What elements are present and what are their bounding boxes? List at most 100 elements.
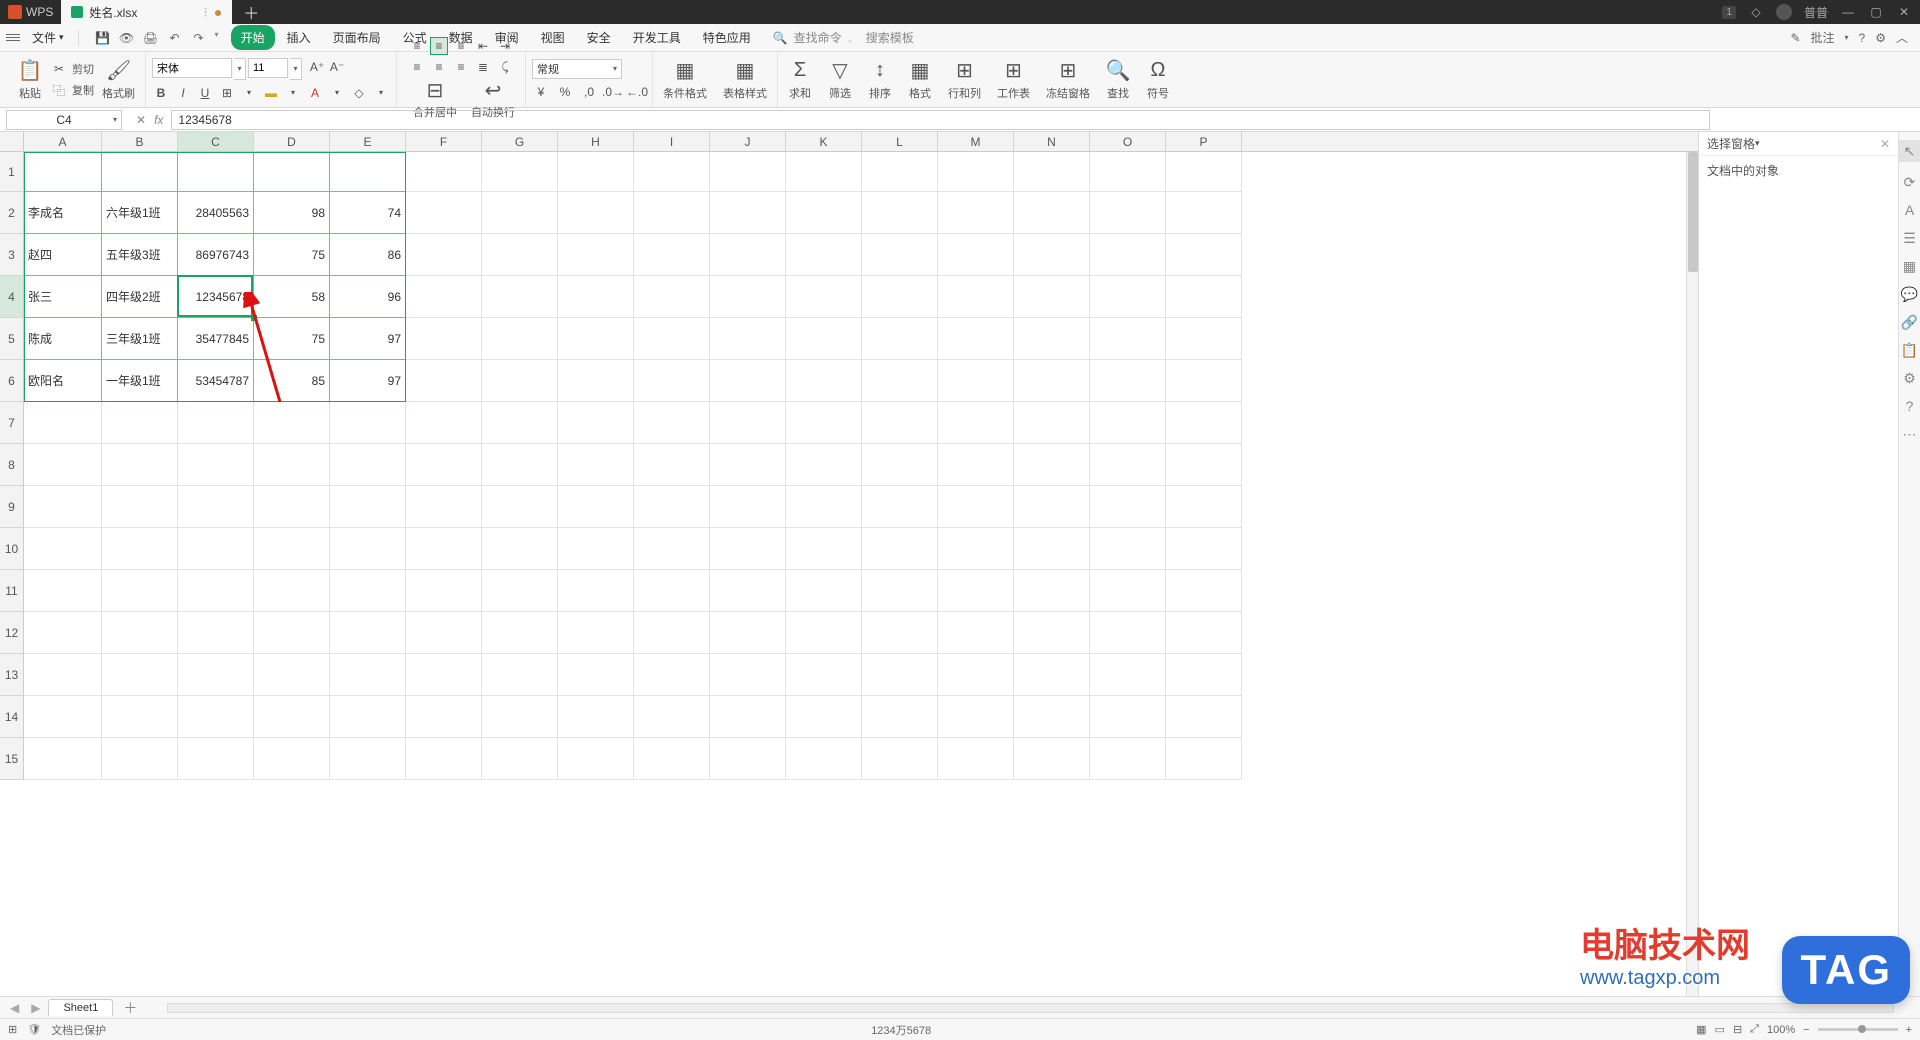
cell-I12[interactable] [634, 612, 710, 654]
cell-D6[interactable]: 85 [254, 360, 330, 402]
cell-D9[interactable] [254, 486, 330, 528]
cell-B2[interactable]: 六年级1班 [102, 192, 178, 234]
rowcol-button[interactable]: ⊞行和列 [944, 57, 985, 103]
col-header-I[interactable]: I [634, 132, 710, 151]
cell-C3[interactable]: 86976743 [178, 234, 254, 276]
col-header-N[interactable]: N [1014, 132, 1090, 151]
cell-D13[interactable] [254, 654, 330, 696]
cell-N1[interactable] [1014, 152, 1090, 192]
cell-G15[interactable] [482, 738, 558, 780]
cell-L3[interactable] [862, 234, 938, 276]
cell-G11[interactable] [482, 570, 558, 612]
clear-format-icon[interactable]: ◇ [350, 84, 368, 102]
col-header-G[interactable]: G [482, 132, 558, 151]
tab-special[interactable]: 特色应用 [693, 25, 761, 50]
help2-icon[interactable]: ? [1902, 398, 1918, 414]
cell-P8[interactable] [1166, 444, 1242, 486]
cell-G14[interactable] [482, 696, 558, 738]
cell-F4[interactable] [406, 276, 482, 318]
cell-F11[interactable] [406, 570, 482, 612]
cell-B1[interactable] [102, 152, 178, 192]
cell-B10[interactable] [102, 528, 178, 570]
cond-format-button[interactable]: ▦条件格式 [659, 57, 711, 103]
cell-A13[interactable] [24, 654, 102, 696]
cell-G7[interactable] [482, 402, 558, 444]
wps-brand[interactable]: WPS [0, 5, 61, 19]
cell-N12[interactable] [1014, 612, 1090, 654]
bold-icon[interactable]: B [152, 84, 170, 102]
cell-E11[interactable] [330, 570, 406, 612]
cell-O12[interactable] [1090, 612, 1166, 654]
name-box[interactable]: C4 ▾ [6, 110, 122, 130]
cell-C4[interactable]: 12345678 [178, 276, 254, 318]
filter-button[interactable]: ▽筛选 [824, 57, 856, 103]
cell-C15[interactable] [178, 738, 254, 780]
cell-D15[interactable] [254, 738, 330, 780]
underline-icon[interactable]: U [196, 84, 214, 102]
tab-devtools[interactable]: 开发工具 [623, 25, 691, 50]
row-header-4[interactable]: 4 [0, 276, 24, 318]
window-minimize-icon[interactable]: — [1840, 4, 1856, 20]
row-header-13[interactable]: 13 [0, 654, 24, 696]
row-header-2[interactable]: 2 [0, 192, 24, 234]
sum-button[interactable]: Σ求和 [784, 57, 816, 103]
cell-D14[interactable] [254, 696, 330, 738]
cell-L5[interactable] [862, 318, 938, 360]
settings2-icon[interactable]: ⚙ [1902, 370, 1918, 386]
cell-P11[interactable] [1166, 570, 1242, 612]
cell-E3[interactable]: 86 [330, 234, 406, 276]
font-name-dropdown[interactable]: ▾ [234, 58, 246, 80]
cell-A7[interactable] [24, 402, 102, 444]
cell-L1[interactable] [862, 152, 938, 192]
cell-P2[interactable] [1166, 192, 1242, 234]
view-page-icon[interactable]: ▭ [1715, 1023, 1725, 1036]
cell-B13[interactable] [102, 654, 178, 696]
vertical-scrollbar[interactable] [1686, 152, 1698, 996]
cell-O8[interactable] [1090, 444, 1166, 486]
cancel-icon[interactable]: ✕ [136, 113, 146, 127]
col-header-E[interactable]: E [330, 132, 406, 151]
cell-A14[interactable] [24, 696, 102, 738]
row-header-14[interactable]: 14 [0, 696, 24, 738]
cell-N10[interactable] [1014, 528, 1090, 570]
cell-O5[interactable] [1090, 318, 1166, 360]
cell-G13[interactable] [482, 654, 558, 696]
row-header-5[interactable]: 5 [0, 318, 24, 360]
cell-M10[interactable] [938, 528, 1014, 570]
font-color-icon[interactable]: A [306, 84, 324, 102]
orientation-icon[interactable]: ⤹ [496, 58, 514, 76]
tab-security[interactable]: 安全 [577, 25, 621, 50]
cell-M5[interactable] [938, 318, 1014, 360]
tab-pagelayout[interactable]: 页面布局 [323, 25, 391, 50]
cell-P15[interactable] [1166, 738, 1242, 780]
italic-icon[interactable]: I [174, 84, 192, 102]
number-format-dropdown[interactable]: 常规 ▾ [532, 59, 622, 79]
cell-B3[interactable]: 五年级3班 [102, 234, 178, 276]
cell-G6[interactable] [482, 360, 558, 402]
cell-C1[interactable] [178, 152, 254, 192]
cell-I9[interactable] [634, 486, 710, 528]
cell-J4[interactable] [710, 276, 786, 318]
cell-E4[interactable]: 96 [330, 276, 406, 318]
format-icon[interactable]: A [1902, 202, 1918, 218]
cell-O6[interactable] [1090, 360, 1166, 402]
cell-A3[interactable]: 赵四 [24, 234, 102, 276]
comma-icon[interactable]: ,0 [580, 83, 598, 101]
cell-K8[interactable] [786, 444, 862, 486]
cell-N2[interactable] [1014, 192, 1090, 234]
cell-G8[interactable] [482, 444, 558, 486]
cell-A1[interactable] [24, 152, 102, 192]
align-justify-icon[interactable]: ≣ [474, 58, 492, 76]
link-icon[interactable]: 🔗 [1902, 314, 1918, 330]
cell-J6[interactable] [710, 360, 786, 402]
row-header-12[interactable]: 12 [0, 612, 24, 654]
cell-H9[interactable] [558, 486, 634, 528]
percent-icon[interactable]: % [556, 83, 574, 101]
cell-E9[interactable] [330, 486, 406, 528]
cell-D4[interactable]: 58 [254, 276, 330, 318]
row-header-6[interactable]: 6 [0, 360, 24, 402]
cell-J15[interactable] [710, 738, 786, 780]
col-header-J[interactable]: J [710, 132, 786, 151]
clear-format-dropdown-icon[interactable]: ▾ [372, 84, 390, 102]
cursor-icon[interactable]: ↖ [1899, 140, 1920, 162]
